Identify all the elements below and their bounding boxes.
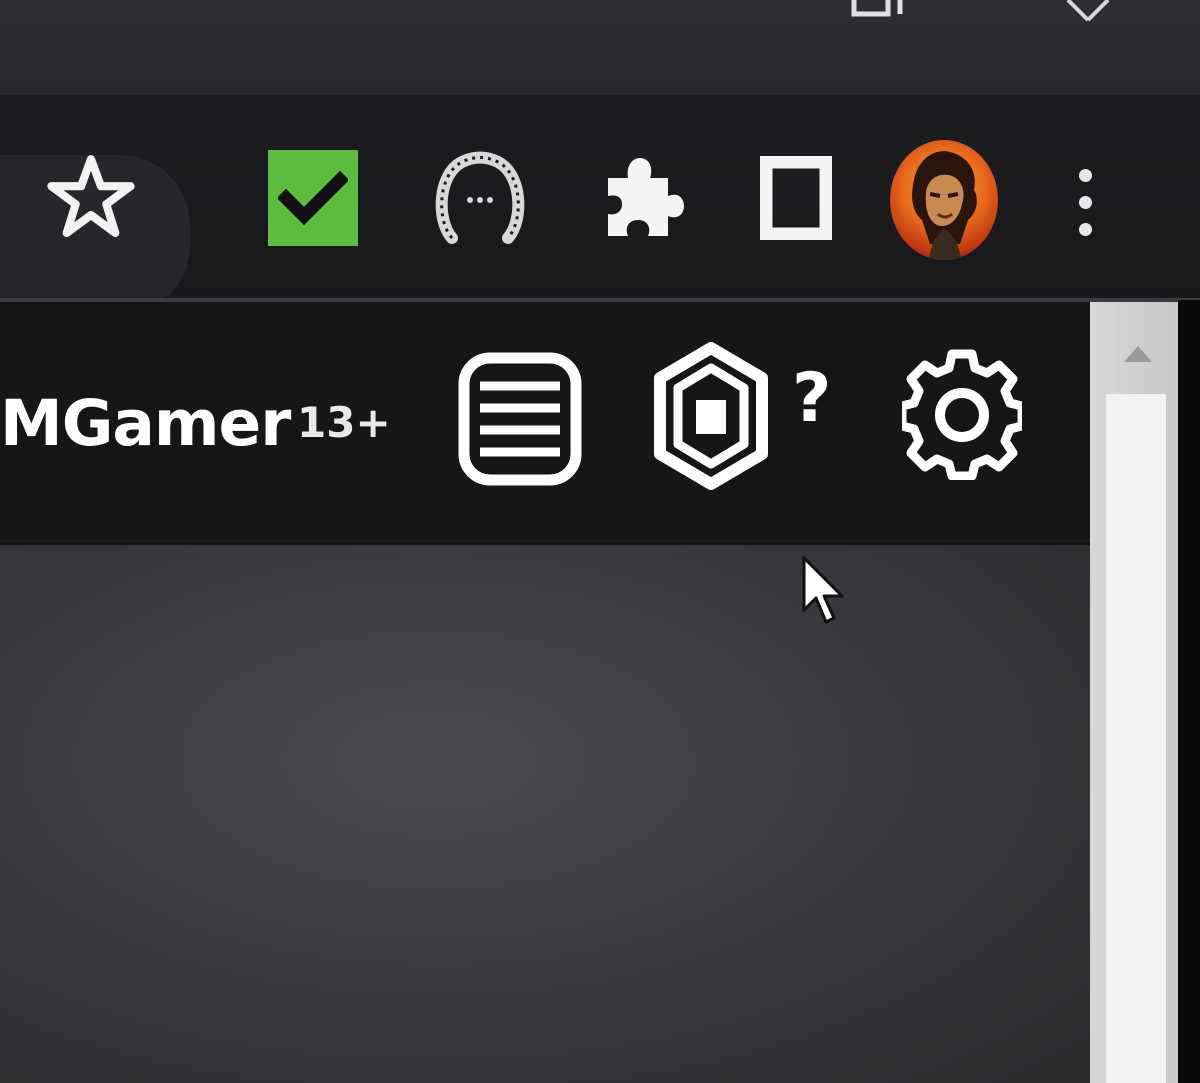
main-content-area (0, 545, 1090, 1083)
robux-hexagon-icon[interactable] (650, 340, 772, 492)
close-window-icon[interactable] (1062, 0, 1114, 24)
mouse-cursor-icon (802, 556, 844, 624)
list-menu-icon[interactable] (456, 350, 584, 488)
vertical-scrollbar[interactable] (1090, 302, 1178, 1083)
profile-avatar[interactable] (890, 140, 998, 260)
gear-icon[interactable] (902, 345, 1022, 480)
bookmark-star-icon[interactable] (46, 152, 136, 242)
age-rating-badge: 13+ (297, 398, 391, 447)
browser-title-bar (0, 0, 1200, 95)
scrollbar-thumb[interactable] (1106, 394, 1166, 1083)
scroll-up-arrow-icon[interactable] (1120, 342, 1156, 366)
screen-edge (1178, 300, 1200, 1083)
username-label[interactable]: MGamer (0, 392, 291, 455)
horseshoe-icon[interactable] (432, 150, 527, 246)
vertical-dots-icon[interactable] (1070, 162, 1100, 242)
puzzle-piece-icon[interactable] (598, 152, 686, 242)
restore-window-icon[interactable] (848, 0, 906, 18)
frame-icon[interactable] (760, 156, 832, 240)
green-checkmark-icon[interactable] (268, 150, 358, 246)
question-mark-icon[interactable]: ? (792, 365, 831, 433)
